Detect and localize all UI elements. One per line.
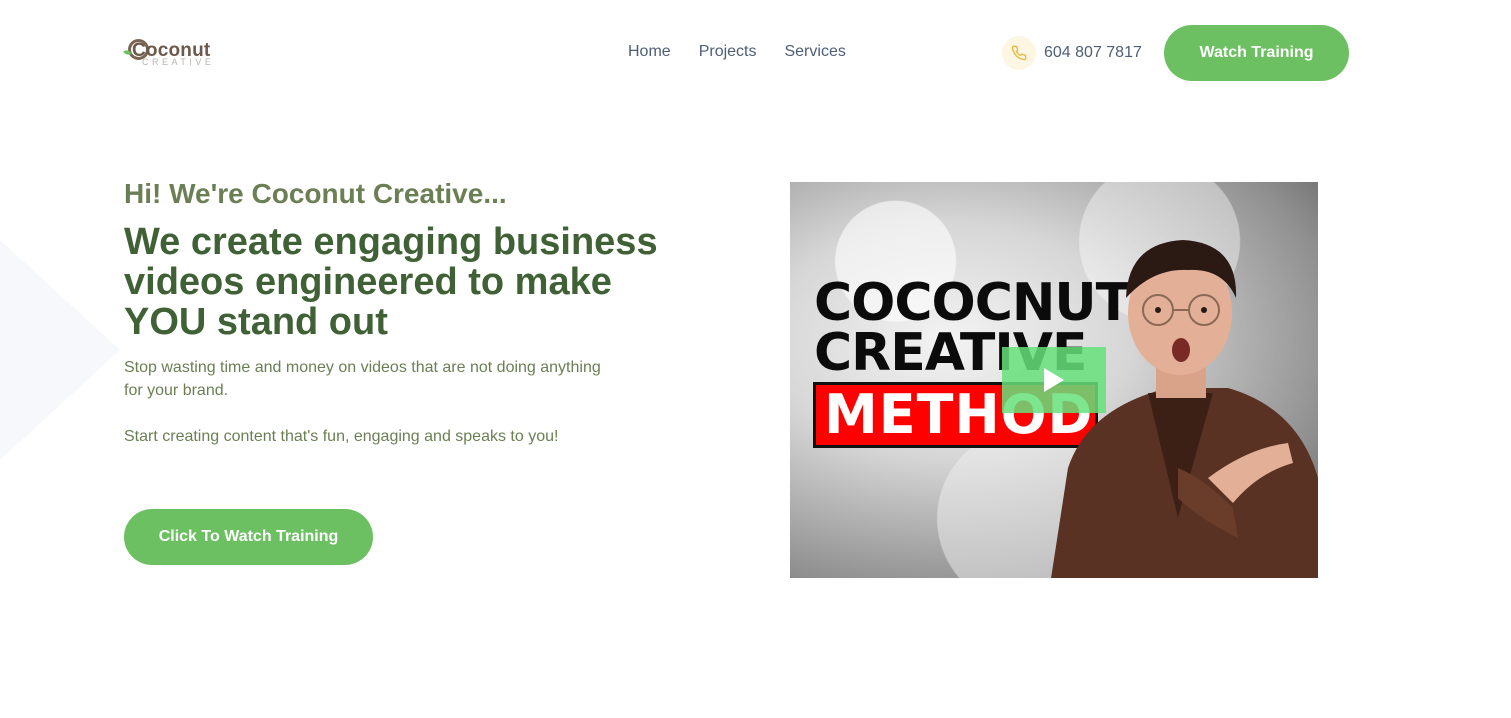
hero-section: Hi! We're Coconut Creative... We create … <box>124 176 724 448</box>
hero-paragraph-2: Start creating content that's fun, engag… <box>124 428 559 445</box>
logo[interactable]: Coconut CREATIVE <box>123 38 234 70</box>
nav-projects[interactable]: Projects <box>699 43 757 61</box>
background-decoration <box>0 240 120 460</box>
hero-greeting: Hi! We're Coconut Creative... <box>124 178 507 209</box>
phone-number: 604 807 7817 <box>1044 44 1142 61</box>
video-player[interactable]: COCOCNUT CREATIVE METHOD <box>790 182 1318 578</box>
nav-home[interactable]: Home <box>628 43 671 61</box>
play-button[interactable] <box>1002 347 1106 413</box>
logo-subtitle: CREATIVE <box>142 57 215 67</box>
play-icon <box>1044 368 1064 392</box>
click-to-watch-training-button[interactable]: Click To Watch Training <box>124 509 373 565</box>
watch-training-button[interactable]: Watch Training <box>1164 25 1349 81</box>
hero-paragraph-1: Stop wasting time and money on videos th… <box>124 359 601 399</box>
main-nav: Home Projects Services <box>628 43 846 61</box>
phone-icon <box>1002 36 1036 70</box>
page: Coconut CREATIVE Home Projects Services … <box>0 0 1511 718</box>
hero-headline: We create engaging business videos engin… <box>124 221 658 343</box>
phone-contact[interactable]: 604 807 7817 <box>1002 36 1142 70</box>
nav-services[interactable]: Services <box>784 43 845 61</box>
